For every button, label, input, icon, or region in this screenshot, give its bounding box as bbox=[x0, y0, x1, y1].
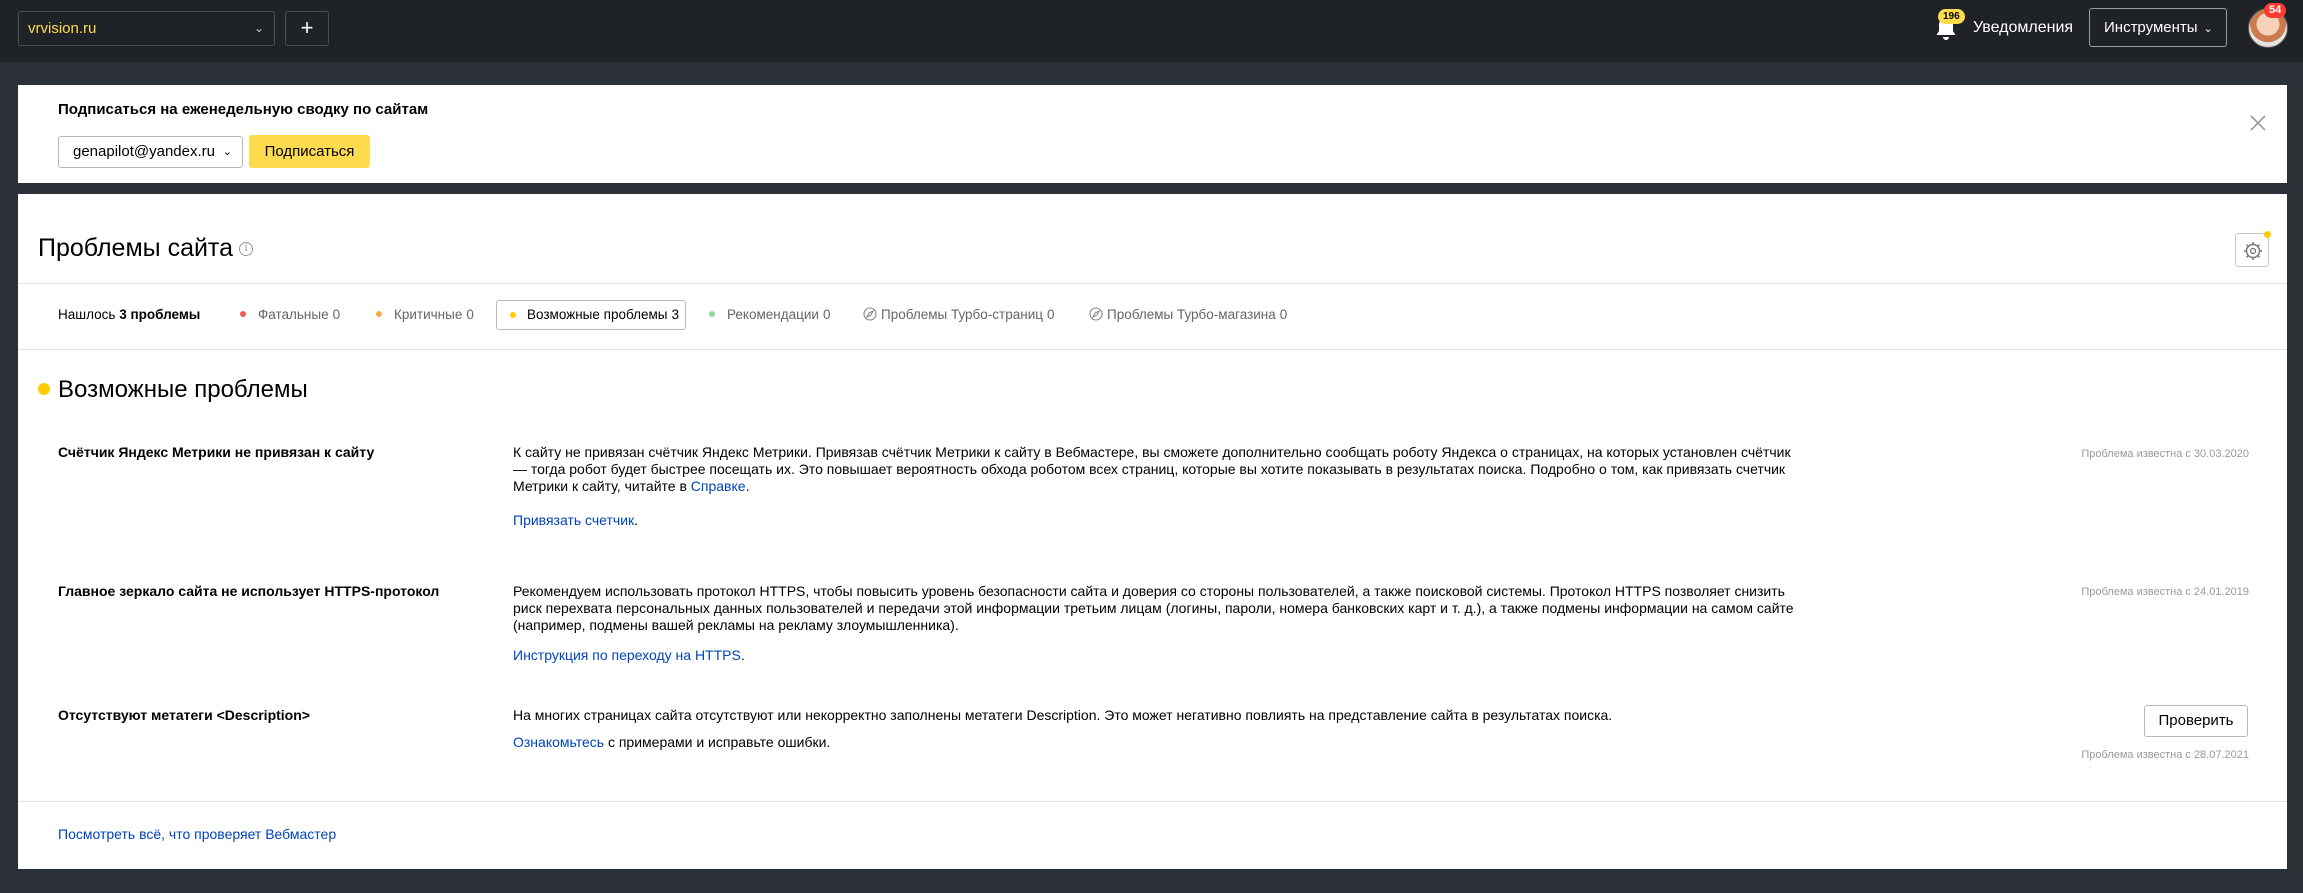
subscribe-panel: Подписаться на еженедельную сводку по са… bbox=[18, 85, 2287, 183]
divider bbox=[18, 349, 2287, 350]
action-suffix: с примерами и исправьте ошибки. bbox=[604, 734, 831, 750]
avatar-badge: 54 bbox=[2264, 3, 2287, 18]
filter-count: 0 bbox=[1279, 307, 1288, 322]
notifications-badge: 196 bbox=[1938, 9, 1965, 24]
https-guide-link[interactable]: Инструкция по переходу на HTTPS bbox=[513, 647, 741, 663]
desc-text: Метрики к сайту, читайте в bbox=[513, 478, 687, 494]
page-title: Проблемы сайта i bbox=[38, 234, 254, 263]
filter-count: 0 bbox=[332, 307, 341, 322]
filter-label: Проблемы Турбо-магазина bbox=[1107, 307, 1276, 322]
problems-card: Проблемы сайта i Нашлось 3 проблемы Фатал… bbox=[18, 194, 2287, 869]
issue-date: Проблема известна с 30.03.2020 bbox=[2081, 448, 2249, 460]
chevron-down-icon: ⌄ bbox=[253, 21, 264, 35]
status-dot bbox=[376, 311, 382, 318]
filter-possible[interactable]: Возможные проблемы 3 bbox=[496, 300, 686, 330]
filter-label: Фатальные bbox=[258, 307, 329, 322]
settings-button[interactable] bbox=[2235, 233, 2269, 267]
filter-turbo-shop[interactable]: Проблемы Турбо-магазина 0 bbox=[1089, 300, 1287, 330]
link-counter-link[interactable]: Привязать счетчик bbox=[513, 512, 634, 528]
status-dot bbox=[240, 311, 246, 318]
chevron-down-icon: ⌄ bbox=[222, 146, 232, 158]
filter-critical[interactable]: Критичные 0 bbox=[376, 300, 474, 330]
check-button[interactable]: Проверить bbox=[2144, 705, 2248, 737]
filter-recommendations[interactable]: Рекомендации 0 bbox=[709, 300, 830, 330]
issue-title: Отсутствуют метатеги <Description> bbox=[58, 707, 310, 723]
status-dot bbox=[709, 311, 715, 318]
issue-title: Главное зеркало сайта не использует HTTP… bbox=[58, 583, 440, 599]
filter-label: Рекомендации bbox=[727, 307, 819, 322]
issue-title: Счётчик Яндекс Метрики не привязан к сай… bbox=[58, 444, 375, 460]
filter-fatal[interactable]: Фатальные 0 bbox=[240, 300, 340, 330]
desc-line: Рекомендуем использовать протокол HTTPS,… bbox=[513, 583, 1785, 599]
issue-description: На многих страницах сайта отсутствуют ил… bbox=[513, 707, 1813, 724]
divider bbox=[18, 801, 2287, 802]
close-icon[interactable] bbox=[2246, 111, 2270, 135]
email-value: genapilot@yandex.ru bbox=[73, 143, 215, 160]
desc-line: — тогда робот будет быстрее посещать их.… bbox=[513, 461, 1786, 477]
tools-button[interactable]: Инструменты ⌄ bbox=[2089, 8, 2227, 47]
filter-count: 0 bbox=[822, 307, 831, 322]
filter-label: Проблемы Турбо-страниц bbox=[881, 307, 1043, 322]
notifications-link[interactable]: Уведомления bbox=[1973, 19, 2073, 37]
desc-line: (например, подмены вашей рекламы на рекл… bbox=[513, 617, 959, 633]
found-prefix: Нашлось bbox=[58, 307, 116, 322]
desc-line: риск перехвата персональных данных польз… bbox=[513, 600, 1794, 616]
info-icon[interactable]: i bbox=[239, 242, 254, 257]
issue-date: Проблема известна с 24.01.2019 bbox=[2081, 586, 2249, 598]
issue-description: Рекомендуем использовать протокол HTTPS,… bbox=[513, 583, 1813, 634]
chevron-down-icon: ⌄ bbox=[2203, 23, 2213, 35]
filter-count: 3 bbox=[671, 307, 679, 322]
section-title-text: Возможные проблемы bbox=[58, 376, 308, 403]
site-select[interactable]: vrvision.ru ⌄ bbox=[18, 11, 275, 46]
desc-line: На многих страницах сайта отсутствуют ил… bbox=[513, 707, 1613, 723]
filter-turbo-pages[interactable]: Проблемы Турбо-страниц 0 bbox=[863, 300, 1055, 330]
status-dot bbox=[510, 312, 516, 318]
issue-action: Инструкция по переходу на HTTPS. bbox=[513, 647, 745, 663]
learn-more-link[interactable]: Ознакомьтесь bbox=[513, 734, 604, 750]
issue-action: Ознакомьтесь с примерами и исправьте оши… bbox=[513, 734, 830, 750]
rocket-icon bbox=[1089, 307, 1103, 321]
desc-line: Метрики к сайту, читайте в Справке. bbox=[513, 478, 750, 494]
subscribe-title: Подписаться на еженедельную сводку по са… bbox=[58, 101, 429, 118]
issue-description: К сайту не привязан счётчик Яндекс Метри… bbox=[513, 444, 1813, 495]
rocket-icon bbox=[863, 307, 877, 321]
page-title-text: Проблемы сайта bbox=[38, 234, 234, 262]
section-title: Возможные проблемы bbox=[38, 376, 308, 404]
help-link[interactable]: Справке bbox=[691, 478, 746, 494]
settings-notification-dot bbox=[2264, 231, 2271, 238]
issue-date: Проблема известна с 28.07.2021 bbox=[2081, 749, 2249, 761]
gear-icon bbox=[2244, 242, 2262, 260]
site-select-value: vrvision.ru bbox=[28, 20, 97, 37]
issue-action: Привязать счетчик. bbox=[513, 512, 639, 528]
email-select[interactable]: genapilot@yandex.ru ⌄ bbox=[58, 136, 243, 168]
divider bbox=[18, 283, 2287, 284]
subscribe-button[interactable]: Подписаться bbox=[249, 135, 370, 168]
filter-label: Возможные проблемы bbox=[527, 307, 668, 322]
filter-count: 0 bbox=[1046, 307, 1055, 322]
found-summary: Нашлось 3 проблемы bbox=[58, 300, 200, 330]
view-all-checks-link[interactable]: Посмотреть всё, что проверяет Вебмастер bbox=[58, 826, 336, 842]
filter-count: 0 bbox=[466, 307, 474, 322]
status-dot bbox=[38, 382, 50, 395]
desc-line: К сайту не привязан счётчик Яндекс Метри… bbox=[513, 444, 1791, 460]
found-count: 3 проблемы bbox=[119, 307, 201, 322]
top-bar: vrvision.ru ⌄ + 196 Уведомления Инструме… bbox=[0, 0, 2303, 62]
tools-label: Инструменты bbox=[2104, 19, 2198, 36]
filter-label: Критичные bbox=[394, 307, 463, 322]
add-site-button[interactable]: + bbox=[285, 11, 329, 46]
